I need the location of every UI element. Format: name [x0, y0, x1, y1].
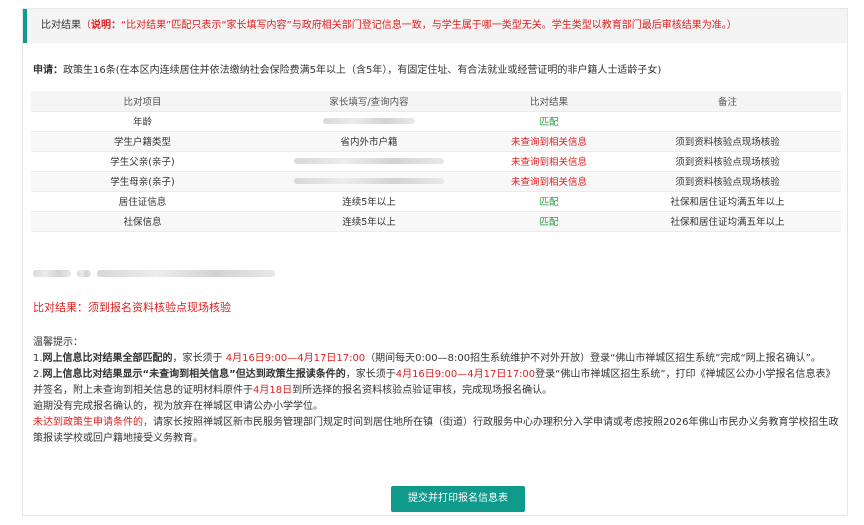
- row-result: 未查询到相关信息: [484, 131, 614, 152]
- row-content-redacted: [254, 151, 484, 172]
- tip-1-num: 1.: [33, 353, 43, 364]
- row-note: [614, 111, 841, 132]
- header-item: 比对项目: [31, 91, 254, 112]
- tip-2-date: 4月16日9:00—4月17日17:00: [395, 369, 536, 380]
- result-banner: 比对结果（说明：“比对结果”匹配只表示“家长填写内容”与政府相关部门登记信息一致…: [23, 9, 847, 43]
- row-note: 社保和居住证均满五年以上: [614, 191, 841, 212]
- compare-result-panel: 比对结果（说明：“比对结果”匹配只表示“家长填写内容”与政府相关部门登记信息一致…: [22, 8, 848, 516]
- banner-note-open: （: [81, 20, 91, 31]
- header-note: 备注: [614, 91, 841, 112]
- redacted-info-line: [33, 268, 281, 279]
- tips-title: 温馨提示：: [33, 337, 83, 348]
- banner-title: 比对结果: [41, 20, 81, 31]
- tips-section: 温馨提示： 1.网上信息比对结果全部匹配的，家长须于 4月16日9:00—4月1…: [33, 335, 841, 447]
- row-content-redacted: [254, 171, 484, 192]
- row-result: 匹配: [484, 111, 614, 132]
- application-type: 申请：政策生16条(在本区内连续居住并依法缴纳社会保险费满5年以上（含5年），有…: [33, 61, 661, 76]
- compare-table: 比对项目 家长填写/查询内容 比对结果 备注 年龄 匹配 学生户籍类型 省内外市…: [31, 91, 841, 232]
- tip-4-text: 请家长按照禅城区新市民服务管理部门规定时间到居住地所在镇（街道）行政服务中心办理…: [33, 417, 839, 444]
- tip-2-date2: 4月18日: [253, 385, 293, 396]
- tip-4-red: 未达到政策生申请条件的，: [33, 417, 153, 428]
- banner-note-label: 说明：: [91, 20, 121, 31]
- table-header-row: 比对项目 家长填写/查询内容 比对结果 备注: [31, 91, 841, 112]
- apply-label: 申请：: [33, 65, 63, 76]
- tip-2-num: 2.: [33, 369, 43, 380]
- tip-1: 1.网上信息比对结果全部匹配的，家长须于 4月16日9:00—4月17日17:0…: [33, 351, 841, 367]
- row-item: 学生户籍类型: [31, 131, 254, 152]
- tip-1-bold: 网上信息比对结果全部匹配的: [42, 353, 173, 364]
- row-item: 社保信息: [31, 211, 254, 232]
- row-note: 须到资料核验点现场核验: [614, 131, 841, 152]
- row-item: 学生母亲(亲子): [31, 171, 254, 192]
- row-result: 未查询到相关信息: [484, 151, 614, 172]
- row-result: 匹配: [484, 211, 614, 232]
- tip-1-date: 4月16日9:00—4月17日17:00: [222, 353, 366, 364]
- row-item: 学生父亲(亲子): [31, 151, 254, 172]
- tip-3: 逾期没有完成报名确认的，视为放弃在禅城区申请公办小学学位。: [33, 401, 323, 412]
- table-row: 学生母亲(亲子) 未查询到相关信息 须到资料核验点现场核验: [31, 171, 841, 192]
- row-content: 省内外市户籍: [254, 131, 484, 152]
- row-note: 社保和居住证均满五年以上: [614, 211, 841, 232]
- result-summary: 比对结果：须到报名资料核验点现场核验: [33, 301, 231, 314]
- apply-text: 政策生16条(在本区内连续居住并依法缴纳社会保险费满5年以上（含5年），有固定住…: [63, 65, 662, 76]
- tip-4: 未达到政策生申请条件的，请家长按照禅城区新市民服务管理部门规定时间到居住地所在镇…: [33, 415, 841, 447]
- row-content-redacted: [254, 111, 484, 132]
- table-row: 年龄 匹配: [31, 111, 841, 132]
- row-result: 未查询到相关信息: [484, 171, 614, 192]
- row-result: 匹配: [484, 191, 614, 212]
- tip-1-b: （期间每天0:00—8:00招生系统维护不对外开放）登录“佛山市禅城区招生系统”…: [365, 353, 821, 364]
- tip-2: 2.网上信息比对结果显示“未查询到相关信息”但达到政策生报读条件的，家长须于4月…: [33, 367, 841, 399]
- tip-2-bold: 网上信息比对结果显示“未查询到相关信息”但达到政策生报读条件的: [42, 369, 346, 380]
- table-row: 社保信息 连续5年以上 匹配 社保和居住证均满五年以上: [31, 211, 841, 232]
- submit-print-button[interactable]: 提交并打印报名信息表: [391, 486, 525, 512]
- table-row: 居住证信息 连续5年以上 匹配 社保和居住证均满五年以上: [31, 191, 841, 212]
- banner-note-text: “比对结果”匹配只表示“家长填写内容”与政府相关部门登记信息一致，与学生属于哪一…: [121, 20, 737, 31]
- row-item: 年龄: [31, 111, 254, 132]
- row-note: 须到资料核验点现场核验: [614, 171, 841, 192]
- table-row: 学生户籍类型 省内外市户籍 未查询到相关信息 须到资料核验点现场核验: [31, 131, 841, 152]
- tip-2-c: 到所选择的报名资料核验点验证审核，完成现场报名确认。: [292, 385, 553, 396]
- tip-1-a: ，家长须于: [172, 353, 223, 364]
- header-content: 家长填写/查询内容: [254, 91, 484, 112]
- row-item: 居住证信息: [31, 191, 254, 212]
- header-result: 比对结果: [484, 91, 614, 112]
- tip-2-a: ，家长须于: [345, 369, 396, 380]
- row-content: 连续5年以上: [254, 211, 484, 232]
- table-row: 学生父亲(亲子) 未查询到相关信息 须到资料核验点现场核验: [31, 151, 841, 172]
- row-note: 须到资料核验点现场核验: [614, 151, 841, 172]
- row-content: 连续5年以上: [254, 191, 484, 212]
